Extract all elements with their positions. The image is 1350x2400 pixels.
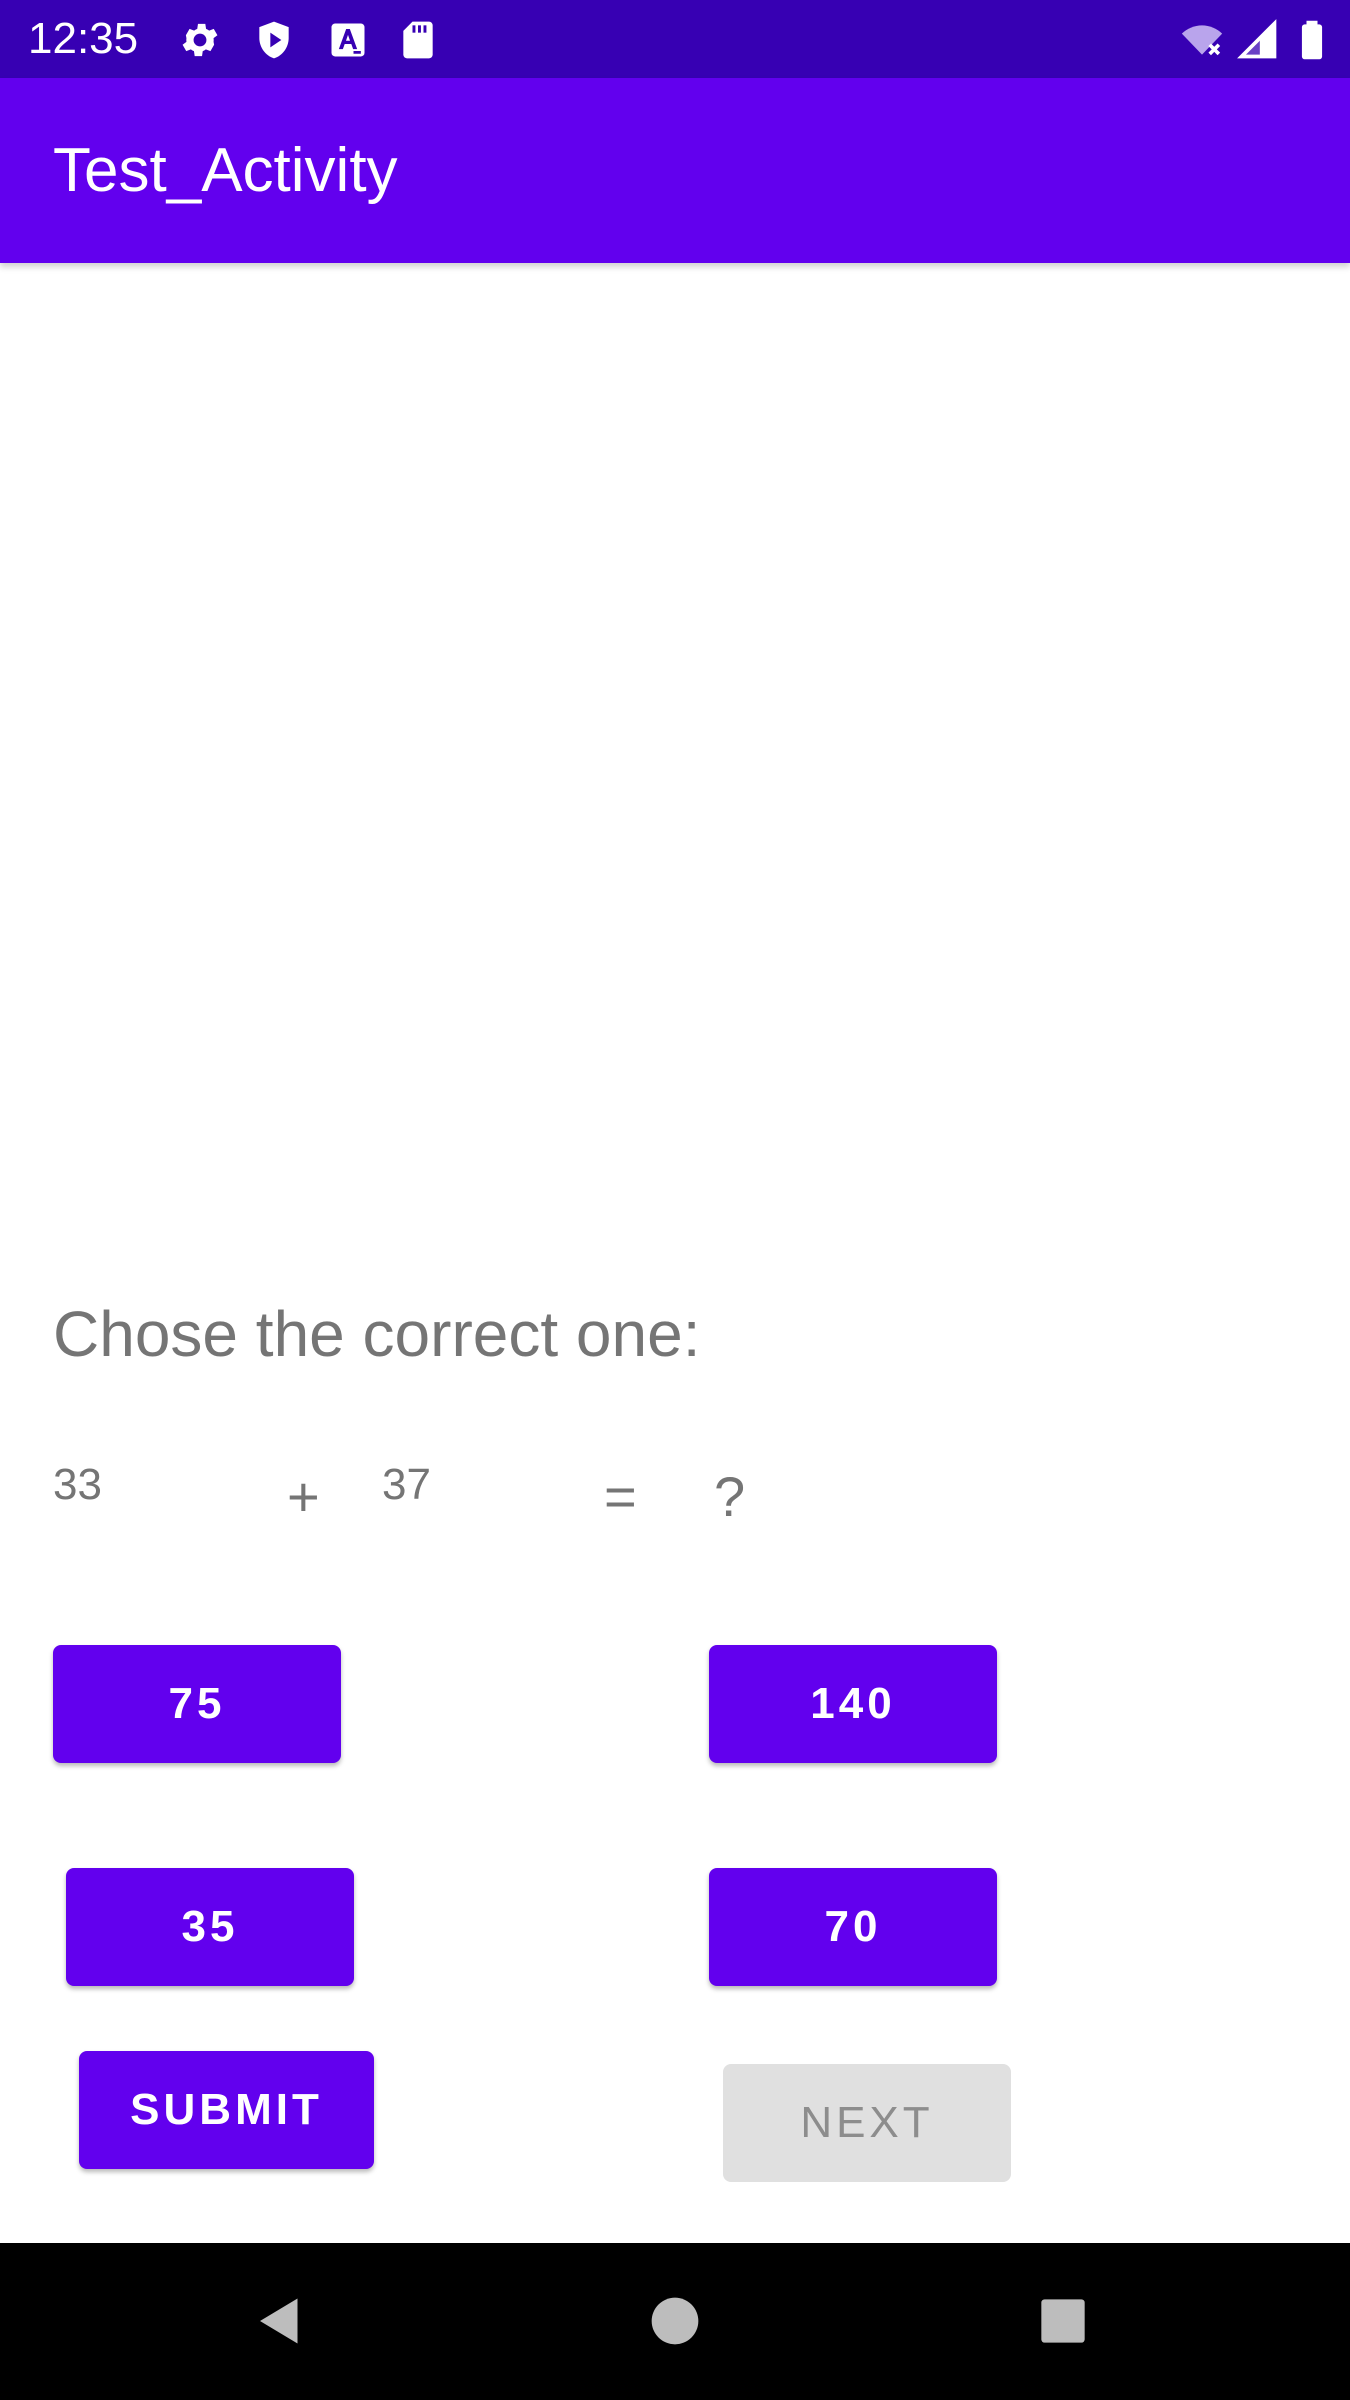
equals-sign: =: [604, 1465, 637, 1528]
operand-a: 33: [53, 1460, 102, 1509]
submit-button[interactable]: SUBMIT: [79, 2051, 374, 2169]
app-title: Test_Activity: [53, 136, 398, 205]
option-button-1[interactable]: 75: [53, 1645, 341, 1763]
operator: +: [287, 1465, 320, 1528]
recents-icon[interactable]: [1013, 2271, 1113, 2371]
shield-play-icon: [252, 18, 296, 62]
font-a-icon: [326, 18, 370, 62]
quiz-prompt: Chose the correct one:: [53, 1298, 701, 1370]
battery-icon: [1290, 18, 1334, 62]
option-button-2[interactable]: 140: [709, 1645, 997, 1763]
wifi-off-icon: [1180, 18, 1224, 62]
operand-b: 37: [382, 1460, 431, 1509]
option-button-3[interactable]: 35: [66, 1868, 354, 1986]
status-time: 12:35: [28, 14, 139, 63]
screen: 12:35 Test_Activity Chose the correct on…: [0, 0, 1350, 2400]
signal-icon: [1236, 18, 1280, 62]
navigation-bar: [0, 2243, 1350, 2400]
app-bar: Test_Activity: [0, 78, 1350, 263]
home-icon[interactable]: [625, 2271, 725, 2371]
sd-card-icon: [396, 18, 440, 62]
settings-icon: [178, 18, 222, 62]
back-icon[interactable]: [230, 2271, 330, 2371]
option-button-4[interactable]: 70: [709, 1868, 997, 1986]
next-button[interactable]: NEXT: [723, 2064, 1011, 2182]
status-bar: 12:35: [0, 0, 1350, 78]
unknown-result: ?: [714, 1465, 746, 1528]
